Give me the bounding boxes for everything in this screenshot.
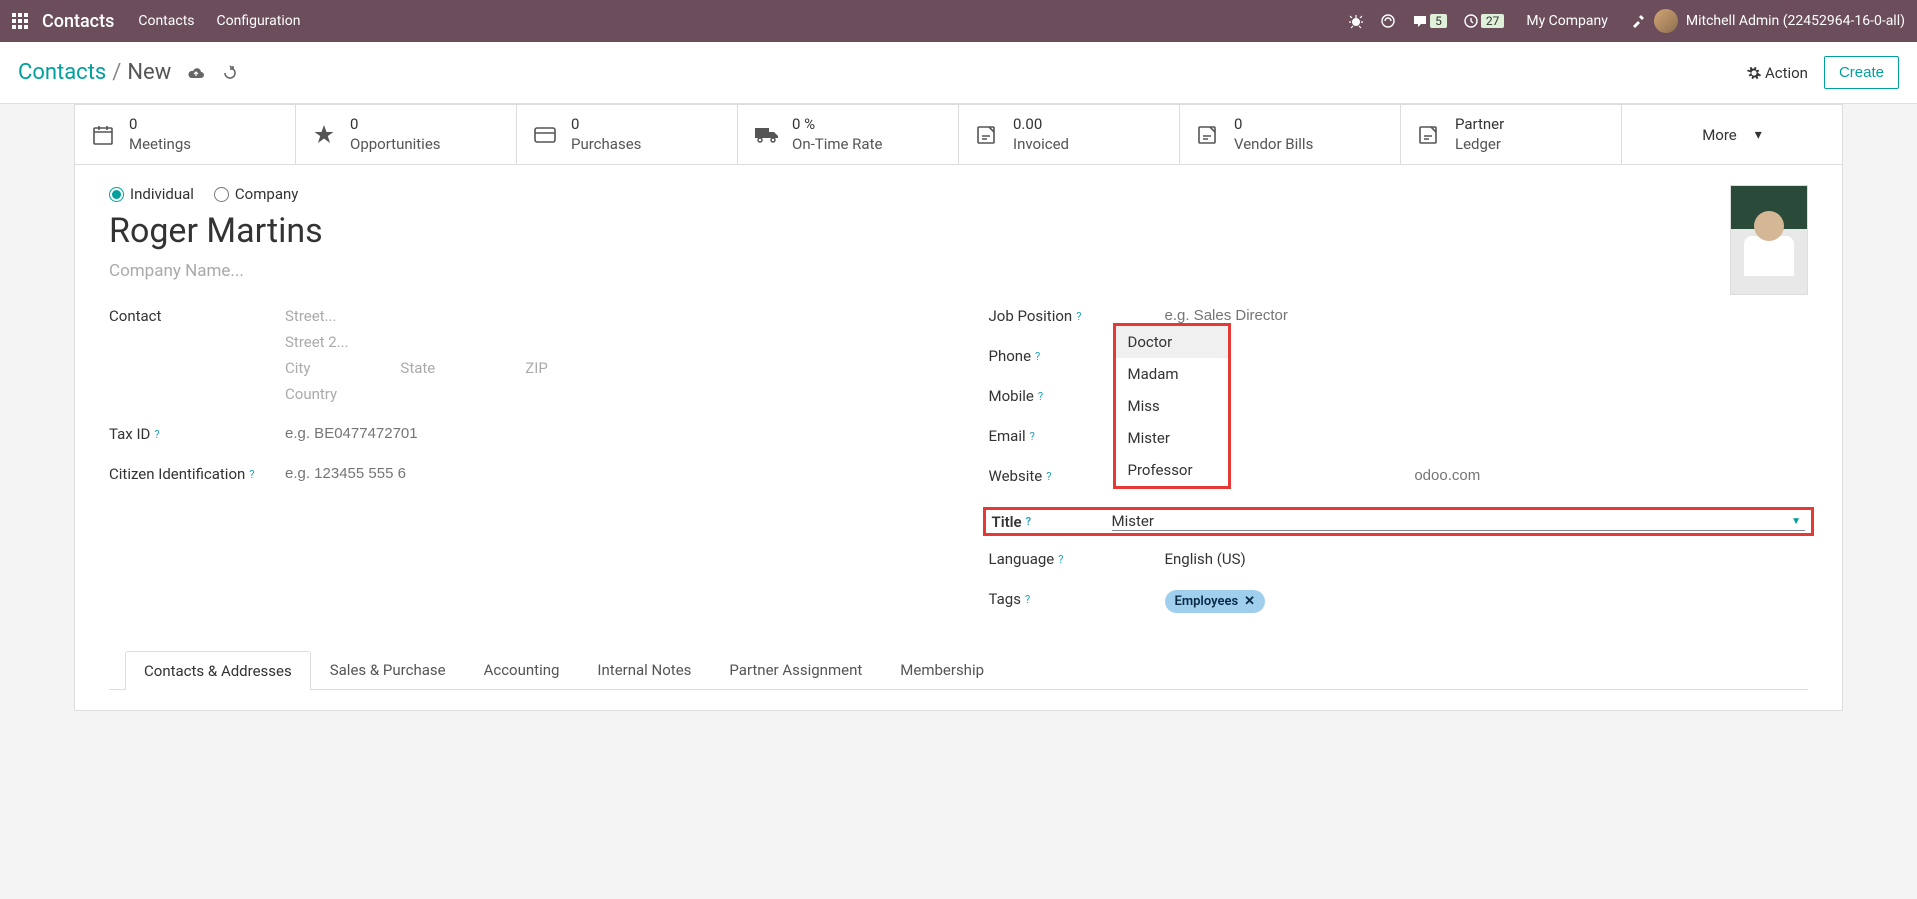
stat-purchases[interactable]: 0Purchases (517, 105, 738, 164)
breadcrumb-root[interactable]: Contacts (18, 60, 106, 85)
dd-item-miss[interactable]: Miss (1116, 390, 1228, 422)
stat-more[interactable]: More ▾ (1622, 105, 1842, 164)
action-button[interactable]: Action (1747, 64, 1808, 82)
zip-input[interactable]: ZIP (525, 359, 548, 377)
stat-vendor-bills[interactable]: 0Vendor Bills (1180, 105, 1401, 164)
street-input[interactable]: Street... (285, 307, 929, 325)
action-bar: Contacts / New Action Create (0, 42, 1917, 104)
title-dropdown: Doctor Madam Miss Mister Professor (1113, 323, 1231, 489)
contact-name[interactable]: Roger Martins (109, 211, 1808, 251)
dd-item-professor[interactable]: Professor (1116, 454, 1228, 486)
support-icon[interactable] (1380, 13, 1396, 29)
truck-icon (754, 125, 780, 145)
label-taxid: Tax ID? (109, 425, 285, 443)
form-card: 0Meetings 0Opportunities 0Purchases 0 %O… (74, 104, 1843, 711)
company-name[interactable]: My Company (1526, 13, 1608, 29)
chevron-down-icon: ▼ (1791, 516, 1801, 527)
stat-ontime[interactable]: 0 %On-Time Rate (738, 105, 959, 164)
star-icon (312, 123, 338, 147)
top-navbar: Contacts Contacts Configuration 5 27 My … (0, 0, 1917, 42)
invoice-icon (975, 124, 1001, 146)
form-tabs: Contacts & Addresses Sales & Purchase Ac… (109, 650, 1808, 690)
stat-opportunities[interactable]: 0Opportunities (296, 105, 517, 164)
gear-icon (1747, 66, 1761, 80)
label-language: Language? (989, 550, 1165, 568)
card-icon (533, 125, 559, 145)
language-value[interactable]: English (US) (1165, 550, 1809, 568)
app-title: Contacts (42, 11, 114, 32)
country-input[interactable]: Country (285, 385, 929, 403)
caret-down-icon: ▾ (1755, 127, 1762, 143)
website-input[interactable] (1165, 467, 1809, 484)
title-select[interactable]: Mister ▼ (1112, 512, 1806, 531)
radio-individual[interactable]: Individual (109, 185, 194, 203)
citizen-input[interactable] (285, 465, 929, 482)
contact-avatar[interactable] (1730, 185, 1808, 295)
dd-item-mister[interactable]: Mister (1116, 422, 1228, 454)
left-column: Contact Street... Street 2... City State… (109, 307, 929, 630)
ledger-icon (1417, 124, 1443, 146)
dd-item-doctor[interactable]: Doctor (1116, 326, 1228, 358)
city-input[interactable]: City (285, 359, 310, 377)
taxid-input[interactable] (285, 425, 929, 442)
messages-icon[interactable]: 5 (1412, 13, 1447, 29)
tab-membership[interactable]: Membership (881, 650, 1003, 689)
messages-badge: 5 (1430, 14, 1447, 28)
bills-icon (1196, 124, 1222, 146)
tab-internal-notes[interactable]: Internal Notes (578, 650, 710, 689)
apps-icon[interactable] (12, 13, 28, 29)
street2-input[interactable]: Street 2... (285, 333, 929, 351)
type-radio-group: Individual Company (109, 185, 1808, 203)
main-content: 0Meetings 0Opportunities 0Purchases 0 %O… (0, 104, 1917, 711)
breadcrumb-separator: / (112, 60, 121, 85)
tab-contacts-addresses[interactable]: Contacts & Addresses (125, 651, 311, 690)
tab-accounting[interactable]: Accounting (465, 650, 579, 689)
title-field-row: Title? Mister ▼ (983, 507, 1815, 536)
label-title: Title? (992, 513, 1112, 531)
state-input[interactable]: State (400, 359, 435, 377)
create-button[interactable]: Create (1824, 56, 1899, 89)
calendar-icon (91, 123, 117, 147)
tag-employees[interactable]: Employees ✕ (1165, 590, 1266, 613)
tag-remove-icon[interactable]: ✕ (1244, 594, 1255, 609)
cloud-save-icon[interactable] (187, 66, 205, 80)
username[interactable]: Mitchell Admin (22452964-16-0-all) (1686, 13, 1905, 29)
label-contact: Contact (109, 307, 285, 325)
jobpos-input[interactable] (1165, 307, 1809, 324)
user-avatar[interactable] (1654, 9, 1678, 33)
stat-row: 0Meetings 0Opportunities 0Purchases 0 %O… (75, 105, 1842, 165)
radio-company[interactable]: Company (214, 185, 298, 203)
form-body: Individual Company Roger Martins Company… (75, 165, 1842, 710)
label-tags: Tags? (989, 590, 1165, 608)
stat-meetings[interactable]: 0Meetings (75, 105, 296, 164)
tools-icon[interactable] (1630, 13, 1646, 29)
nav-link-contacts[interactable]: Contacts (138, 13, 194, 29)
tab-sales-purchase[interactable]: Sales & Purchase (311, 650, 465, 689)
label-citizen: Citizen Identification? (109, 465, 285, 483)
bug-icon[interactable] (1348, 13, 1364, 29)
stat-ledger[interactable]: PartnerLedger (1401, 105, 1622, 164)
breadcrumb-current: New (127, 60, 171, 85)
right-column: Doctor Madam Miss Mister Professor Job P… (989, 307, 1809, 630)
stat-invoiced[interactable]: 0.00Invoiced (959, 105, 1180, 164)
tab-partner-assignment[interactable]: Partner Assignment (710, 650, 881, 689)
clock-icon[interactable]: 27 (1463, 13, 1505, 29)
nav-link-configuration[interactable]: Configuration (217, 13, 301, 29)
dd-item-madam[interactable]: Madam (1116, 358, 1228, 390)
clock-badge: 27 (1481, 14, 1505, 28)
discard-icon[interactable] (221, 65, 237, 81)
company-name-placeholder[interactable]: Company Name... (109, 261, 1808, 281)
